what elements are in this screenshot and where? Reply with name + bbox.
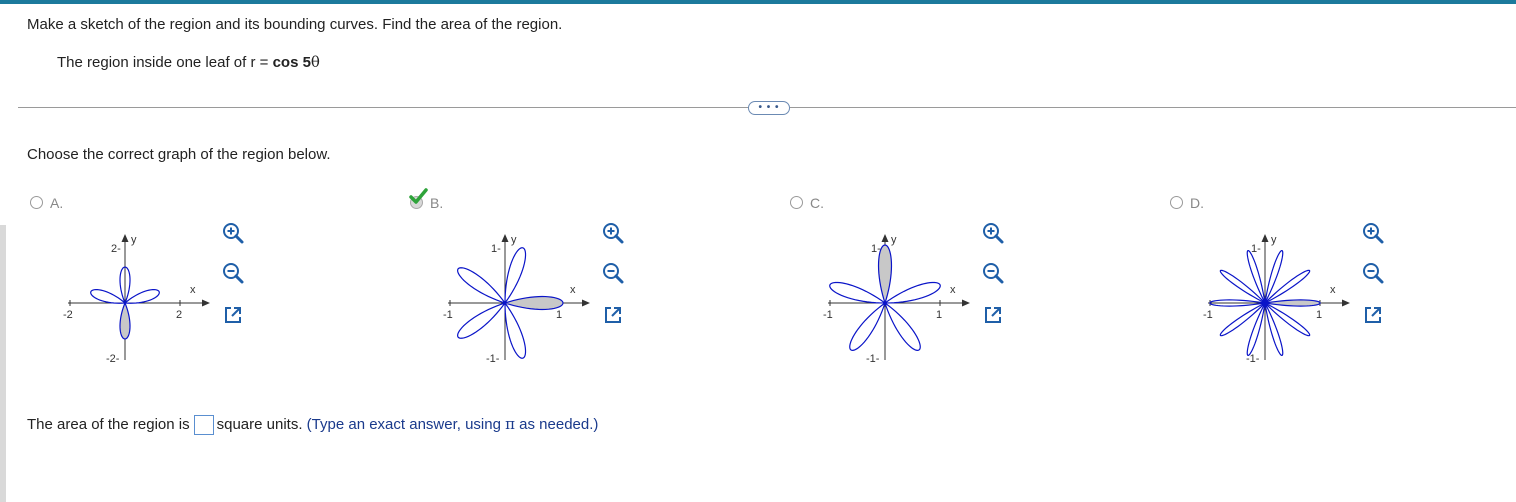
curve-petal [1219, 269, 1266, 304]
y-axis-arrow [1261, 234, 1269, 242]
x-tick-label-pos: 2 [176, 309, 182, 321]
option-radio[interactable] [30, 196, 43, 209]
hint-pi: π [505, 415, 515, 433]
graph-region-plot: 1 -1 1- -1- x y [443, 234, 590, 365]
zoom-out-icon[interactable] [220, 260, 246, 286]
shaded-petal [119, 301, 131, 340]
zoom-out-icon[interactable] [1360, 260, 1386, 286]
option-c[interactable]: C. 1 -1 1- -1- x y [790, 194, 1160, 384]
curve-petal [1264, 302, 1311, 337]
expand-more-button[interactable]: • • • [748, 101, 790, 115]
x-tick-label-pos: 1 [936, 309, 942, 321]
answer-hint: (Type an exact answer, using π as needed… [306, 415, 599, 433]
zoom-in-icon[interactable] [220, 220, 246, 246]
y-tick-label-pos: 1- [1251, 243, 1261, 255]
y-tick-label-neg: -1- [866, 353, 880, 365]
y-axis-label: y [511, 234, 517, 246]
option-letter: A. [50, 195, 64, 211]
curve-petal [504, 301, 527, 359]
subprompt-prefix: The region inside one leaf of r = [57, 54, 273, 71]
popout-icon[interactable] [600, 302, 626, 328]
top-accent-bar [0, 0, 1516, 4]
zoom-in-icon[interactable] [600, 220, 626, 246]
curve-petal [883, 281, 941, 304]
x-tick-label-pos: 1 [556, 309, 562, 321]
y-axis-arrow [121, 234, 129, 242]
option-a[interactable]: A. 2 -2 2- -2- x y [30, 194, 400, 384]
option-letter: C. [810, 195, 824, 211]
hint-suffix: as needed.) [514, 416, 599, 433]
x-axis-label: x [570, 284, 576, 296]
curve-petal [457, 301, 507, 339]
problem-subprompt: The region inside one leaf of r = cos 5θ [57, 53, 320, 71]
zoom-in-icon[interactable] [980, 220, 1006, 246]
left-scroll-strip [0, 225, 6, 502]
check-icon [409, 188, 428, 204]
x-axis-arrow [202, 299, 210, 307]
y-axis-label: y [1271, 234, 1277, 246]
graph-region-plot: 2 -2 2- -2- x y [63, 234, 210, 365]
x-tick-label-neg: -1 [1203, 309, 1213, 321]
x-axis-label: x [950, 284, 956, 296]
zoom-out-icon[interactable] [980, 260, 1006, 286]
curve-petal [457, 267, 507, 305]
x-axis-arrow [582, 299, 590, 307]
curve-petal [1219, 302, 1266, 337]
x-axis-label: x [190, 284, 196, 296]
problem-prompt: Make a sketch of the region and its boun… [27, 16, 563, 33]
option-b[interactable]: B. 1 -1 1- -1- x y [409, 188, 780, 384]
y-axis-arrow [501, 234, 509, 242]
answer-suffix: square units. [216, 416, 303, 433]
curve-petal [829, 281, 887, 304]
answer-input[interactable] [193, 415, 214, 436]
curve-petal [504, 247, 527, 305]
x-tick-label-pos: 1 [1316, 309, 1322, 321]
graph-region-plot: 1-11--1-xy [823, 234, 970, 365]
curve-petal [1264, 269, 1311, 304]
y-axis-arrow [881, 234, 889, 242]
option-d[interactable]: D. 1 -1 1- -1- x y [1170, 194, 1516, 384]
x-tick-label-neg: -1 [823, 309, 833, 321]
option-letter: B. [430, 195, 444, 211]
popout-icon[interactable] [1360, 302, 1386, 328]
y-axis-label: y [131, 234, 137, 246]
hint-prefix: (Type an exact answer, using [306, 416, 506, 433]
y-tick-label-neg: -2- [106, 353, 120, 365]
option-letter: D. [1190, 195, 1204, 211]
curve-petal [883, 301, 921, 351]
shaded-petal [1264, 299, 1321, 307]
option-radio[interactable] [790, 196, 803, 209]
y-tick-label-pos: 1- [491, 243, 501, 255]
x-axis-arrow [1342, 299, 1350, 307]
subprompt-variable: θ [310, 53, 320, 71]
answer-line: The area of the region is square units. (… [27, 415, 599, 436]
shaded-petal [877, 244, 893, 306]
instruction-text: Choose the correct graph of the region b… [27, 146, 331, 163]
curve-petal [123, 288, 160, 304]
y-axis-label: y [891, 234, 897, 246]
curve-petal [849, 301, 887, 351]
x-axis-label: x [1330, 284, 1336, 296]
answer-prefix: The area of the region is [27, 416, 190, 433]
subprompt-function: cos 5 [272, 54, 311, 71]
y-tick-label-pos: 2- [111, 243, 121, 255]
option-radio[interactable] [1170, 196, 1183, 209]
shaded-petal [502, 295, 564, 311]
curve-petal [90, 288, 127, 304]
graph-region-plot: 1-11--1-xy [1203, 234, 1350, 365]
y-tick-label-neg: -1- [486, 353, 500, 365]
popout-icon[interactable] [980, 302, 1006, 328]
x-tick-label-neg: -2 [63, 309, 73, 321]
popout-icon[interactable] [220, 302, 246, 328]
zoom-in-icon[interactable] [1360, 220, 1386, 246]
zoom-out-icon[interactable] [600, 260, 626, 286]
x-tick-label-neg: -1 [443, 309, 453, 321]
x-axis-arrow [962, 299, 970, 307]
